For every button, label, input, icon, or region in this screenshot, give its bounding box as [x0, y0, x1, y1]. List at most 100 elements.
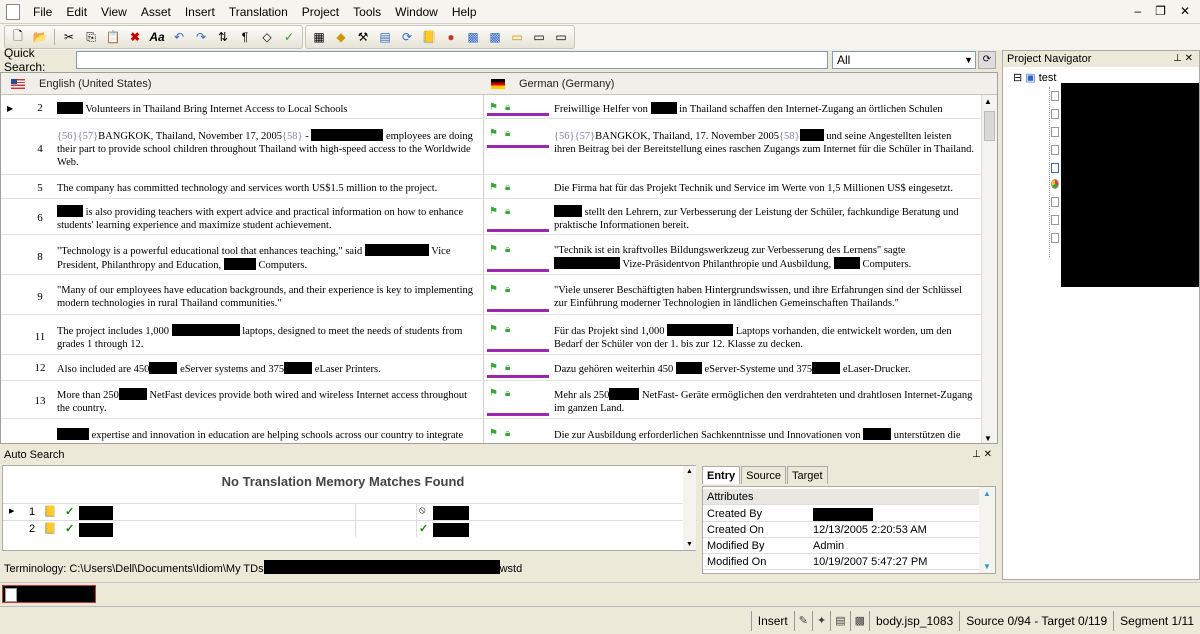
segment-row[interactable]: 8 "Technology is a powerful educational …	[1, 239, 981, 275]
globe-icon[interactable]: ●	[441, 27, 461, 47]
segment-row[interactable]: 11 The project includes 1,000 laptops, d…	[1, 319, 981, 355]
source-text[interactable]: The company has committed technology and…	[57, 182, 481, 195]
tm-scrollbar[interactable]: ▲ ▼	[683, 466, 696, 550]
target-text[interactable]: Dazu gehören weiterhin 450 eServer-Syste…	[554, 362, 974, 376]
attribute-row[interactable]: Modified On 10/19/2007 5:47:27 PM	[703, 554, 979, 570]
document-tab[interactable]	[2, 585, 96, 603]
tab-entry[interactable]: Entry	[702, 466, 741, 484]
segment-row[interactable]: 6 is also providing teachers with expert…	[1, 201, 981, 235]
minimize-icon[interactable]: –	[1134, 4, 1141, 18]
delete-icon[interactable]: ✖	[125, 27, 145, 47]
font-icon[interactable]: Aa	[147, 27, 167, 47]
source-text[interactable]: More than 250 NetFast devices provide bo…	[57, 388, 481, 415]
pin-close-icons[interactable]: ⊥ ✕	[972, 447, 992, 463]
file-icon[interactable]	[1051, 109, 1059, 119]
menu-help[interactable]: Help	[445, 0, 484, 24]
target-text[interactable]: "Technik ist ein kraftvolles Bildungswer…	[554, 244, 974, 271]
restore-icon[interactable]: ❐	[1155, 4, 1166, 18]
open-icon[interactable]: 📂	[30, 27, 50, 47]
note-icon[interactable]: ▭	[507, 27, 527, 47]
tab-target[interactable]: Target	[786, 466, 828, 484]
target-text[interactable]: Mehr als 250 NetFast- Geräte ermöglichen…	[554, 388, 974, 415]
check-icon[interactable]: ✓	[279, 27, 299, 47]
menu-insert[interactable]: Insert	[178, 0, 222, 24]
file-icon[interactable]	[1051, 145, 1059, 155]
undo-icon[interactable]: ↶	[169, 27, 189, 47]
redo-icon[interactable]: ↷	[191, 27, 211, 47]
grid-scrollbar[interactable]: ▲ ▼	[981, 95, 997, 443]
menu-window[interactable]: Window	[388, 0, 445, 24]
menu-edit[interactable]: Edit	[59, 0, 94, 24]
word-file-icon[interactable]	[1051, 163, 1059, 173]
properties-icon[interactable]: ▦	[309, 27, 329, 47]
target-text[interactable]: Die Firma hat für das Projekt Technik un…	[554, 182, 974, 195]
scroll-up-icon[interactable]: ▲	[984, 97, 992, 106]
search-go-icon[interactable]: ⟳	[978, 51, 996, 69]
book-icon[interactable]: 📒	[419, 27, 439, 47]
target-text[interactable]: Für das Projekt sind 1,000 Laptops vorha…	[554, 324, 974, 351]
menu-file[interactable]: File	[26, 0, 59, 24]
menu-translation[interactable]: Translation	[222, 0, 295, 24]
tag-icon[interactable]: ◇	[257, 27, 277, 47]
project-root[interactable]: ⊟ ▣ test	[1013, 71, 1056, 84]
new-icon[interactable]: 🗋	[8, 27, 28, 47]
source-text[interactable]: Volunteers in Thailand Bring Internet Ac…	[57, 102, 481, 116]
segment-row[interactable]: 9 "Many of our employees have education …	[1, 279, 981, 315]
refresh-icon[interactable]: ⟳	[397, 27, 417, 47]
attribute-row[interactable]: Created On 12/13/2005 2:20:53 AM	[703, 522, 979, 538]
wand-icon[interactable]: ✦	[811, 610, 830, 631]
scroll-thumb[interactable]	[984, 111, 995, 141]
target-text[interactable]: "Viele unserer Beschäftigten haben Hinte…	[554, 284, 974, 310]
attribute-row[interactable]: Modified By Admin	[703, 538, 979, 554]
segment-row[interactable]: 12 Also included are 450 eServer systems…	[1, 357, 981, 381]
segment-icon[interactable]: ▤	[375, 27, 395, 47]
tools-icon[interactable]: ⚒	[353, 27, 373, 47]
segment-row[interactable]: 5 The company has committed technology a…	[1, 177, 981, 199]
file-icon[interactable]	[1051, 127, 1059, 137]
marker-icon[interactable]: ◆	[331, 27, 351, 47]
source-text[interactable]: "Many of our employees have education ba…	[57, 284, 481, 310]
scroll-up-icon[interactable]: ▲	[686, 468, 693, 475]
segment-row[interactable]: ▶ 2 Volunteers in Thailand Bring Interne…	[1, 97, 981, 119]
clipboard-icon[interactable]: ▤	[830, 610, 849, 631]
grid-icon[interactable]: ▩	[849, 610, 869, 631]
paste-icon[interactable]: 📋	[103, 27, 123, 47]
attribute-row[interactable]: Created By	[703, 506, 979, 522]
scroll-up-icon[interactable]: ▲	[983, 489, 991, 498]
segment-row[interactable]: 13 More than 250 NetFast devices provide…	[1, 383, 981, 419]
paragraph-icon[interactable]: ¶	[235, 27, 255, 47]
collapse-icon[interactable]: ⊟	[1013, 72, 1022, 84]
target-text[interactable]: {56}{57}BANGKOK, Thailand, 17. November …	[554, 129, 974, 156]
menu-project[interactable]: Project	[295, 0, 346, 24]
scroll-down-icon[interactable]: ▼	[686, 541, 693, 548]
menu-asset[interactable]: Asset	[134, 0, 178, 24]
tm-match-row[interactable]: ▶ 1 📒 ✓ ⦸	[3, 503, 697, 520]
export-icon[interactable]: ▭	[551, 27, 571, 47]
cut-icon[interactable]: ✂	[59, 27, 79, 47]
search-scope-select[interactable]: All ▼	[832, 51, 976, 69]
pencil-icon[interactable]: ✎	[793, 610, 812, 631]
file-icon[interactable]	[1051, 197, 1059, 207]
file-icon[interactable]	[1051, 91, 1059, 101]
file-icon[interactable]	[1051, 215, 1059, 225]
tm-match-row[interactable]: 2 📒 ✓ ✓	[3, 520, 697, 537]
tab-source[interactable]: Source	[741, 466, 786, 484]
close-icon[interactable]: ✕	[1180, 4, 1190, 18]
grid2-icon[interactable]: ▩	[485, 27, 505, 47]
grid-icon[interactable]: ▩	[463, 27, 483, 47]
source-text[interactable]: is also providing teachers with expert a…	[57, 205, 481, 232]
scroll-down-icon[interactable]: ▼	[984, 434, 992, 443]
source-text[interactable]: The project includes 1,000 laptops, desi…	[57, 324, 481, 351]
scroll-down-icon[interactable]: ▼	[983, 562, 991, 571]
file-icon[interactable]	[1051, 233, 1059, 243]
target-text[interactable]: stellt den Lehrern, zur Verbesserung der…	[554, 205, 974, 232]
target-text[interactable]: Die zur Ausbildung erforderlichen Sachke…	[554, 428, 974, 442]
source-text[interactable]: "Technology is a powerful educational to…	[57, 244, 481, 272]
menu-tools[interactable]: Tools	[346, 0, 388, 24]
copy-icon[interactable]: ⎘	[81, 27, 101, 47]
source-text[interactable]: expertise and innovation in education ar…	[57, 428, 481, 442]
quick-search-input[interactable]	[76, 51, 828, 69]
chrome-file-icon[interactable]	[1051, 179, 1059, 189]
source-text[interactable]: {56}{57}BANGKOK, Thailand, November 17, …	[57, 129, 481, 169]
target-text[interactable]: Freiwillige Helfer von in Thailand schaf…	[554, 102, 974, 116]
